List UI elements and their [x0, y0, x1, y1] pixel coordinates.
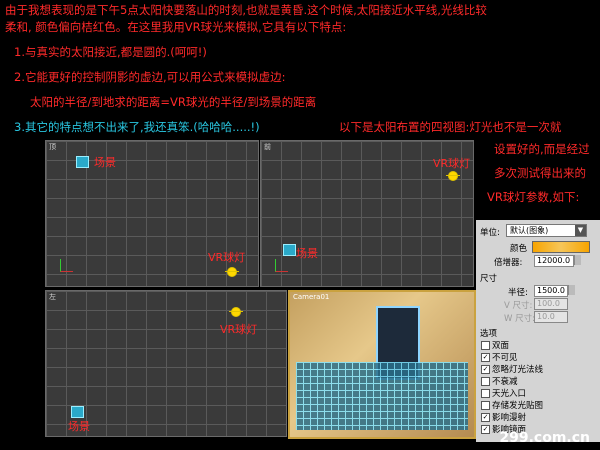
w-size-field: 10.0	[534, 311, 568, 323]
viewport-label: Camera01	[293, 293, 330, 301]
option-checkbox[interactable]: ✓	[481, 413, 490, 422]
size-section-title: 尺寸	[480, 274, 498, 284]
unit-dropdown[interactable]: 默认(图象) ▼	[506, 224, 587, 237]
viewport-label: 顶	[49, 143, 56, 151]
light-label: VR球灯	[208, 251, 246, 264]
point-2: 2.它能更好的控制阴影的虚边,可以用公式来模拟虚边:	[14, 70, 286, 84]
viewport-label: 左	[49, 293, 56, 301]
scene-icon[interactable]	[71, 406, 84, 418]
v-size-label: V 尺寸:	[504, 301, 533, 311]
option-label: 忽略灯光法线	[492, 365, 544, 375]
light-label: VR球灯	[220, 323, 258, 336]
color-swatch[interactable]	[532, 241, 590, 253]
light-label: VR球灯	[433, 157, 471, 170]
scene-label: 场景	[94, 156, 116, 169]
option-label: 不可见	[492, 353, 518, 363]
option-checkbox[interactable]: ✓	[481, 365, 490, 374]
option-label: 天光入口	[492, 389, 527, 399]
color-label: 颜色	[510, 244, 528, 254]
scene-icon[interactable]	[283, 244, 296, 256]
option-checkbox[interactable]: ✓	[481, 353, 490, 362]
options-section-title: 选项	[480, 329, 498, 339]
multiplier-field[interactable]: 12000.0	[534, 255, 574, 267]
scene-label: 场景	[68, 420, 90, 433]
viewport-left[interactable]: 左 VR球灯 场景	[45, 290, 287, 437]
watermark: 299.com.cn	[499, 430, 590, 446]
right-note-3: VR球灯参数,如下:	[487, 190, 580, 204]
option-checkbox[interactable]: ✓	[481, 425, 490, 434]
viewport-front[interactable]: 前 VR球灯 场景	[260, 140, 474, 287]
option-checkbox[interactable]	[481, 401, 490, 410]
viewport-camera[interactable]: Camera01	[288, 290, 476, 439]
option-checkbox[interactable]	[481, 341, 490, 350]
vray-light-panel: 单位: 默认(图象) ▼ 颜色 倍增器: 12000.0 尺寸 半径: 1500…	[476, 220, 600, 442]
sun-light-icon[interactable]	[229, 307, 243, 317]
radius-spinner[interactable]	[568, 285, 575, 295]
option-checkbox[interactable]	[481, 389, 490, 398]
viewport-top[interactable]: 顶 场景 VR球灯	[45, 140, 259, 287]
right-note-2: 多次测试得出来的	[494, 166, 586, 180]
sun-light-icon[interactable]	[446, 171, 460, 181]
axis-gizmo-icon	[275, 259, 288, 272]
point-3: 3.其它的特点想不出来了,我还真笨.(哈哈哈.....!)	[14, 120, 260, 134]
option-checkbox[interactable]	[481, 377, 490, 386]
point-3-tail: 以下是太阳布置的四视图:灯光也不是一次就	[339, 120, 562, 134]
viewport-label: 前	[264, 143, 271, 151]
axis-gizmo-icon	[60, 259, 73, 272]
sun-light-icon[interactable]	[225, 267, 239, 277]
intro-line-1: 由于我想表现的是下午5点太阳快要落山的时刻,也就是黄昏.这个时候,太阳接近水平线…	[5, 3, 487, 17]
scene-label: 场景	[296, 247, 318, 260]
radius-label: 半径:	[508, 288, 528, 298]
scene-icon[interactable]	[76, 156, 89, 168]
multiplier-label: 倍增器:	[494, 258, 523, 268]
v-size-field: 100.0	[534, 298, 568, 310]
option-label: 不衰减	[492, 377, 518, 387]
w-size-label: W 尺寸:	[504, 314, 535, 324]
option-label: 存储发光贴图	[492, 401, 544, 411]
radius-field[interactable]: 1500.0	[534, 285, 568, 297]
wireframe-furniture	[296, 362, 468, 430]
intro-line-2: 柔和, 颜色偏向桔红色。在这里我用VR球光来模拟,它具有以下特点:	[5, 20, 347, 34]
multiplier-spinner[interactable]	[574, 255, 581, 265]
chevron-down-icon[interactable]: ▼	[575, 225, 586, 236]
right-note-1: 设置好的,而是经过	[494, 142, 590, 156]
formula: 太阳的半径/到地求的距离=VR球光的半径/到场景的距离	[30, 95, 317, 109]
point-1: 1.与真实的太阳接近,都是圆的.(呵呵!)	[14, 45, 207, 59]
option-label: 双面	[492, 341, 510, 351]
option-label: 影响漫射	[492, 413, 527, 423]
unit-label: 单位:	[480, 228, 500, 238]
unit-value: 默认(图象)	[510, 226, 549, 235]
